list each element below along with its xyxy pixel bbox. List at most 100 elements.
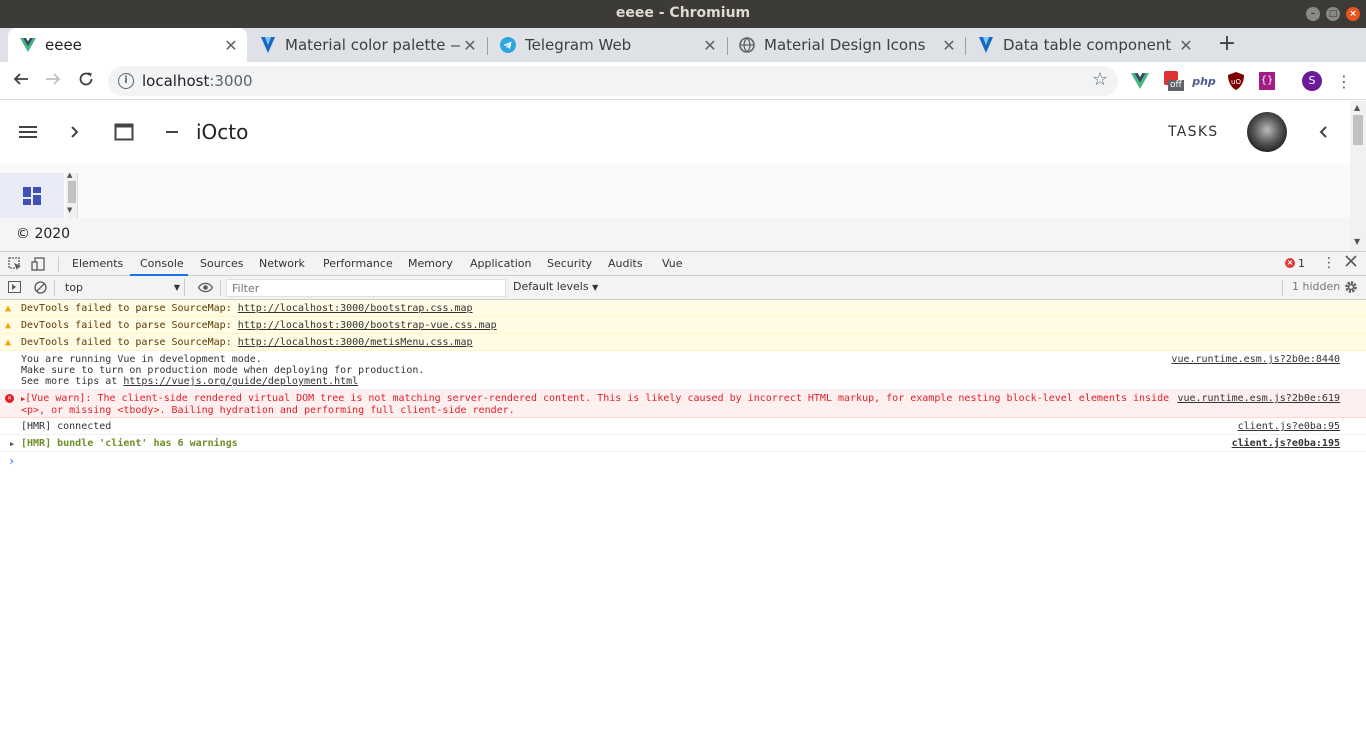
console-info-row: You are running Vue in development mode.… — [0, 351, 1366, 390]
console-group-row[interactable]: ▶ [HMR] bundle 'client' has 6 warnings c… — [0, 435, 1366, 452]
console-filter-bar: top▼ Default levels ▼ 1 hidden — [0, 276, 1366, 300]
tab-label: eeee — [45, 36, 82, 54]
devtools-tab-performance[interactable]: Performance — [323, 257, 393, 270]
sidebar-scrollbar[interactable]: ▲ ▼ — [66, 171, 78, 218]
warning-icon: ▲ — [5, 337, 12, 348]
vue-devtools-extension-icon[interactable] — [1130, 71, 1150, 91]
tab-data-table-component[interactable]: Data table component — ✕ — [966, 28, 1202, 62]
devtools-menu-icon[interactable]: ⋮ — [1322, 255, 1336, 271]
source-link[interactable]: client.js?e0ba:195 — [1232, 438, 1340, 449]
console-filter-input[interactable] — [226, 279, 506, 297]
close-tab-icon[interactable]: ✕ — [1176, 36, 1196, 55]
vuetify-icon — [260, 37, 276, 53]
app-bar: iOcto TASKS — [0, 101, 1350, 164]
browser-menu-icon[interactable]: ⋮ — [1334, 71, 1354, 91]
console-output: ▲ DevTools failed to parse SourceMap: ht… — [0, 300, 1366, 741]
bookmark-star-icon[interactable]: ☆ — [1092, 69, 1108, 90]
hamburger-menu-icon[interactable] — [18, 121, 38, 143]
forward-button[interactable] — [40, 68, 66, 94]
caret-down-icon: ▼ — [592, 283, 599, 292]
tab-eeee[interactable]: eeee ✕ — [8, 28, 247, 62]
new-tab-button[interactable]: + — [1214, 30, 1240, 58]
info-icon[interactable]: i — [118, 73, 134, 89]
extension-off-icon[interactable]: off — [1162, 71, 1186, 91]
window-titlebar: eeee - Chromium – □ × — [0, 0, 1366, 28]
vuetify-icon — [978, 37, 994, 53]
vue-docs-link[interactable]: https://vuejs.org/guide/deployment.html — [123, 376, 358, 387]
window-maximize-icon[interactable] — [114, 121, 134, 143]
console-warning-row: ▲ DevTools failed to parse SourceMap: ht… — [0, 334, 1366, 351]
error-text[interactable]: ▶[Vue warn]: The client-side rendered vi… — [21, 393, 1169, 416]
execution-context-select[interactable]: top ▼ — [57, 279, 185, 296]
source-link[interactable]: client.js?e0ba:95 — [1238, 421, 1340, 432]
devtools-tab-sources[interactable]: Sources — [200, 257, 244, 270]
source-link[interactable]: vue.runtime.esm.js?2b0e:8440 — [1171, 354, 1340, 365]
close-tab-icon[interactable]: ✕ — [460, 36, 480, 55]
close-tab-icon[interactable]: ✕ — [700, 36, 720, 55]
ublock-shield-icon[interactable]: uO — [1226, 71, 1246, 91]
address-bar[interactable]: i localhost:3000 ☆ — [108, 66, 1118, 96]
devtools-tab-security[interactable]: Security — [547, 257, 592, 270]
console-warning-row: ▲ DevTools failed to parse SourceMap: ht… — [0, 317, 1366, 334]
inspect-element-icon[interactable] — [8, 257, 22, 275]
php-extension-icon[interactable]: php — [1192, 71, 1216, 91]
profile-avatar-icon[interactable]: S — [1302, 71, 1322, 91]
source-link[interactable]: vue.runtime.esm.js?2b0e:619 — [1177, 393, 1340, 404]
minimize-button[interactable]: – — [1306, 7, 1320, 21]
copyright-text: © 2020 — [16, 226, 71, 242]
back-button[interactable] — [8, 68, 34, 94]
expand-triangle-icon[interactable]: ▶ — [10, 440, 14, 448]
tab-label: Telegram Web — [525, 36, 632, 54]
tasks-button[interactable]: TASKS — [1168, 124, 1219, 140]
tab-material-design-icons[interactable]: Material Design Icons ✕ — [727, 28, 965, 62]
chevron-right-icon[interactable] — [68, 121, 82, 143]
tab-telegram-web[interactable]: Telegram Web ✕ — [488, 28, 726, 62]
devtools-tab-application[interactable]: Application — [470, 257, 531, 270]
device-toolbar-icon[interactable] — [31, 257, 45, 275]
devtools-tab-network[interactable]: Network — [259, 257, 305, 270]
console-error-row: × ▶[Vue warn]: The client-side rendered … — [0, 390, 1366, 418]
clear-console-icon[interactable] — [34, 281, 47, 298]
hidden-messages-count: 1 hidden — [1292, 280, 1341, 293]
minus-icon[interactable] — [164, 121, 180, 143]
telegram-icon — [500, 37, 516, 53]
globe-icon — [739, 37, 755, 53]
tab-label: Material color palette — V — [285, 36, 460, 54]
chevron-left-icon[interactable] — [1316, 121, 1330, 143]
devtools-tab-memory[interactable]: Memory — [408, 257, 453, 270]
close-tab-icon[interactable]: ✕ — [221, 36, 241, 55]
page-scrollbar[interactable]: ▲ ▼ — [1350, 101, 1366, 251]
log-levels-dropdown[interactable]: Default levels ▼ — [513, 280, 598, 293]
sourcemap-link[interactable]: http://localhost:3000/bootstrap-vue.css.… — [238, 320, 497, 331]
show-sidebar-icon[interactable] — [8, 281, 21, 297]
tab-material-color-palette[interactable]: Material color palette — V ✕ — [248, 28, 486, 62]
close-tab-icon[interactable]: ✕ — [939, 36, 959, 55]
caret-down-icon: ▼ — [173, 283, 180, 292]
error-count[interactable]: 1 — [1298, 257, 1305, 270]
console-warning-row: ▲ DevTools failed to parse SourceMap: ht… — [0, 300, 1366, 317]
sourcemap-link[interactable]: http://localhost:3000/metisMenu.css.map — [238, 337, 473, 348]
tab-label: Data table component — — [1003, 36, 1176, 54]
devtools-tab-audits[interactable]: Audits — [608, 257, 643, 270]
vue-icon — [20, 37, 36, 53]
live-expression-eye-icon[interactable] — [197, 282, 214, 297]
sidebar-item-dashboard[interactable] — [0, 173, 64, 218]
sourcemap-link[interactable]: http://localhost:3000/bootstrap.css.map — [238, 303, 473, 314]
console-prompt-chevron-icon[interactable]: › — [8, 454, 15, 468]
page-viewport: iOcto TASKS ▲ ▼ © 2020 ▲ ▼ — [0, 101, 1366, 251]
warning-text: DevTools failed to parse SourceMap: http… — [21, 337, 473, 348]
devtools-tab-console[interactable]: Console — [140, 257, 184, 270]
console-settings-gear-icon[interactable] — [1344, 280, 1358, 298]
browser-toolbar: i localhost:3000 ☆ off php uO {} S ⋮ — [0, 62, 1366, 100]
close-window-button[interactable]: × — [1346, 7, 1360, 21]
user-avatar[interactable] — [1247, 112, 1287, 152]
close-devtools-icon[interactable] — [1345, 255, 1357, 271]
error-count-icon[interactable]: × — [1285, 258, 1295, 268]
reload-button[interactable] — [73, 68, 99, 94]
dashboard-icon — [23, 187, 41, 209]
devtools-tab-vue[interactable]: Vue — [662, 257, 683, 270]
warning-text: DevTools failed to parse SourceMap: http… — [21, 320, 497, 331]
json-viewer-extension-icon[interactable]: {} — [1257, 71, 1277, 91]
devtools-tab-elements[interactable]: Elements — [72, 257, 123, 270]
maximize-button[interactable]: □ — [1326, 7, 1340, 21]
